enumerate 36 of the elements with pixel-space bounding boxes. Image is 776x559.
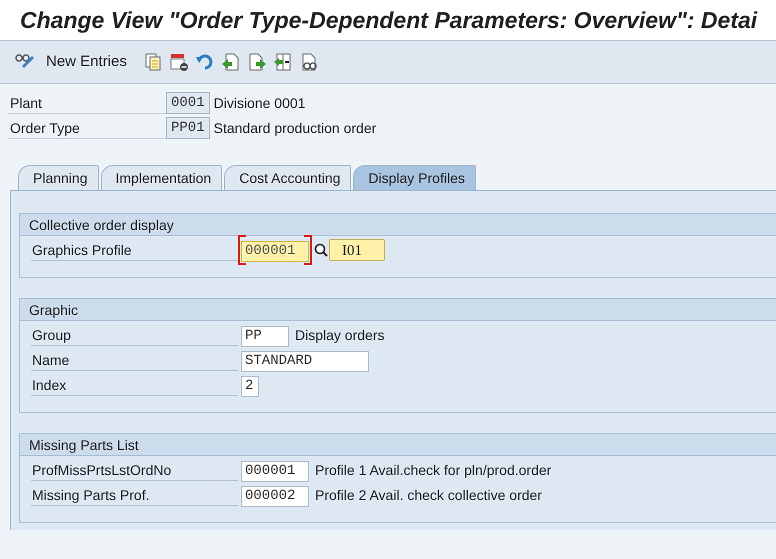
tab[interactable]: Display Profiles [353, 165, 476, 190]
page-left-arrow-icon[interactable] [220, 52, 241, 72]
group-title: Graphic [20, 299, 776, 321]
input-field[interactable]: 000002 [241, 486, 309, 507]
tab[interactable]: Cost Accounting [224, 165, 352, 190]
field-description: Display orders [295, 326, 384, 345]
group-title: Collective order display [20, 214, 776, 236]
input-field[interactable]: PP [241, 326, 289, 347]
window-title: Change View "Order Type-Dependent Parameters: Overview": Detai [20, 6, 758, 35]
value-button[interactable]: I01 [329, 239, 385, 261]
tab[interactable]: Planning [18, 165, 98, 190]
copy-icon[interactable] [142, 52, 163, 72]
field-label: Index [31, 374, 238, 396]
delete-row-icon[interactable] [168, 52, 189, 72]
display-field[interactable]: PP01 [166, 117, 210, 139]
field-description: Profile 1 Avail.check for pln/prod.order [315, 460, 552, 480]
new-entries-button[interactable]: New Entries [42, 50, 131, 74]
field-description: Divisione 0001 [214, 94, 306, 112]
page-right-arrow-icon[interactable] [246, 52, 267, 72]
display-field[interactable]: 0001 [166, 92, 210, 114]
input-field[interactable]: 000001 [241, 461, 309, 482]
field-label: ProfMissPrtsLstOrdNo [31, 459, 238, 481]
search-icon[interactable] [313, 241, 329, 259]
field-label: Missing Parts Prof. [31, 484, 238, 506]
undo-icon[interactable] [194, 52, 215, 72]
field-label: Name [31, 349, 238, 371]
split-arrow-icon[interactable] [272, 52, 293, 72]
field-description: Standard production order [214, 118, 376, 138]
input-field[interactable]: 2 [241, 376, 259, 397]
field-description: Profile 2 Avail. check collective order [315, 486, 542, 504]
field-label: Group [31, 324, 238, 346]
input-field[interactable]: 000001 [241, 241, 309, 262]
group-title: Missing Parts List [20, 434, 776, 456]
input-field[interactable]: STANDARD [241, 351, 369, 372]
tab[interactable]: Implementation [100, 165, 222, 190]
field-label: Graphics Profile [31, 239, 238, 261]
